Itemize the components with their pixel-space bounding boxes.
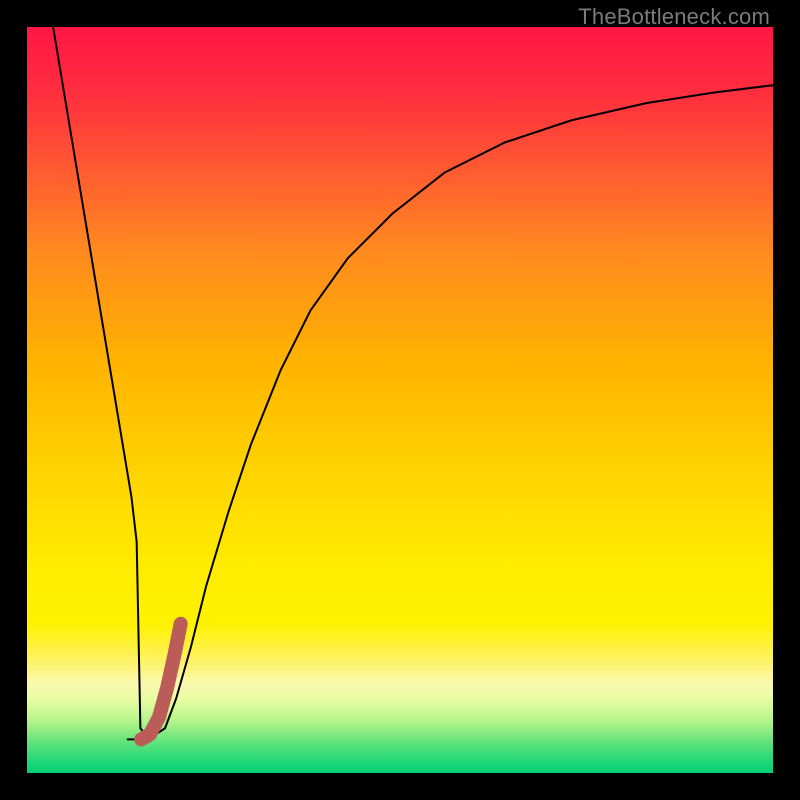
plot-area [27,27,773,773]
chart-svg [27,27,773,773]
chart-frame: TheBottleneck.com [0,0,800,800]
